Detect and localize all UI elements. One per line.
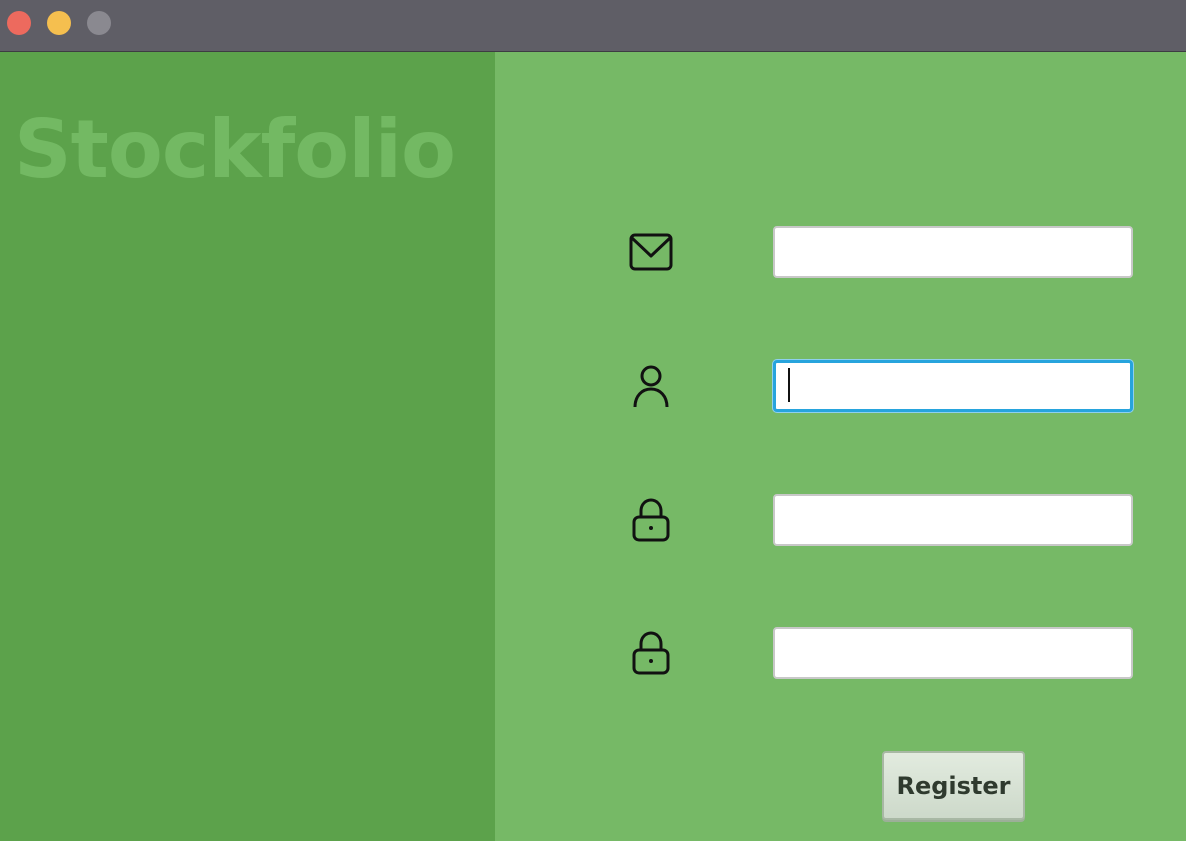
brand-panel: Stockfolio xyxy=(0,52,495,841)
title-bar xyxy=(0,0,1186,52)
username-field[interactable] xyxy=(773,360,1133,412)
lock-icon xyxy=(628,497,674,543)
minimize-window-button[interactable] xyxy=(47,11,71,35)
email-field[interactable] xyxy=(773,226,1133,278)
register-button[interactable]: Register xyxy=(882,751,1025,820)
brand-title: Stockfolio xyxy=(14,103,456,196)
text-caret xyxy=(788,368,790,402)
close-window-button[interactable] xyxy=(7,11,31,35)
password-field[interactable] xyxy=(773,494,1133,546)
confirm-password-field[interactable] xyxy=(773,627,1133,679)
user-icon xyxy=(628,363,674,409)
envelope-icon xyxy=(628,229,674,275)
app-window: Stockfolio Register xyxy=(0,0,1186,841)
registration-form: Register xyxy=(495,52,1186,841)
lock-icon xyxy=(628,630,674,676)
zoom-window-button[interactable] xyxy=(87,11,111,35)
